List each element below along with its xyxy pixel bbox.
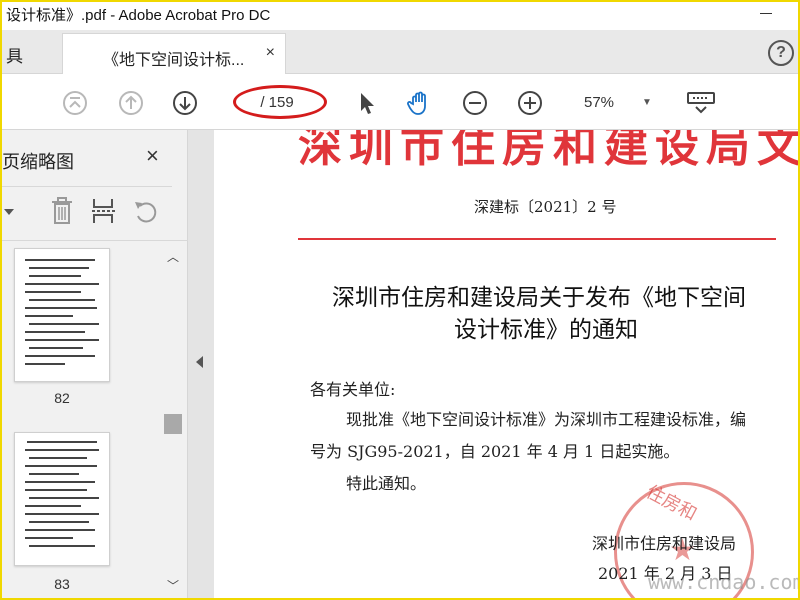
minimize-button[interactable] <box>760 13 772 14</box>
seal-text: 住房和 <box>642 481 701 526</box>
close-tab-icon[interactable]: × <box>266 44 275 62</box>
document-title-line-2: 设计标准》的通知 <box>454 317 638 343</box>
zoom-dropdown[interactable]: 57% ▼ <box>572 88 662 118</box>
keyboard-tools-icon[interactable] <box>686 90 716 116</box>
zoom-out-icon[interactable] <box>462 90 488 116</box>
first-page-icon[interactable] <box>62 90 88 116</box>
tools-tab-label[interactable]: 具 <box>6 42 23 67</box>
closing: 特此通知。 <box>346 474 427 493</box>
zoom-value: 57% <box>584 94 615 111</box>
trash-icon[interactable] <box>48 196 76 226</box>
issuer: 深圳市住房和建设局 <box>592 534 737 553</box>
help-icon[interactable]: ? <box>768 40 794 66</box>
body-line-2: 号为 SJG95-2021，自 2021 年 4 月 1 日起实施。 <box>310 442 680 461</box>
document-tab[interactable]: 《地下空间设计标... × <box>62 33 286 74</box>
acrobat-window: 设计标准》.pdf - Adobe Acrobat Pro DC 具 《地下空间… <box>2 2 798 598</box>
toolbar: / 159 57% ▼ <box>2 74 798 130</box>
body-line-1: 现批准《地下空间设计标准》为深圳市工程建设标准，编 <box>346 410 747 429</box>
page-thumbnails-panel: 页缩略图 × 82 83 ︿ ﹀ <box>2 130 188 598</box>
zoom-in-icon[interactable] <box>517 90 543 116</box>
next-page-icon[interactable] <box>172 90 198 116</box>
select-tool-icon[interactable] <box>354 90 380 116</box>
thumbnail-tools <box>2 192 172 232</box>
document-header: 深圳市住房和建设局文件 <box>298 130 798 172</box>
red-rule <box>298 238 776 240</box>
chevron-down-icon[interactable]: ﹀ <box>167 577 179 594</box>
chevron-down-icon: ▼ <box>642 97 652 108</box>
tab-bar: 具 《地下空间设计标... × ? <box>2 30 798 74</box>
thumbnail-page-number: 83 <box>54 576 70 592</box>
extract-pages-icon[interactable] <box>90 196 118 226</box>
window-title: 设计标准》.pdf - Adobe Acrobat Pro DC <box>6 7 271 24</box>
scrollbar-thumb[interactable] <box>164 414 182 434</box>
close-panel-icon[interactable]: × <box>146 144 159 168</box>
salutation: 各有关单位: <box>310 380 396 399</box>
chevron-up-icon[interactable]: ︿ <box>167 248 179 265</box>
page-thumbnail-83[interactable] <box>14 432 110 566</box>
panel-divider <box>2 186 172 187</box>
site-watermark: www.cndao.com <box>648 570 798 594</box>
options-caret-icon[interactable] <box>2 202 16 222</box>
hand-tool-icon[interactable] <box>406 90 432 116</box>
previous-page-icon[interactable] <box>118 90 144 116</box>
panel-title: 页缩略图 <box>2 152 74 172</box>
thumbnail-scrollbar[interactable]: ︿ ﹀ <box>164 248 182 594</box>
page-thumbnail-82[interactable] <box>14 248 110 382</box>
collapse-panel-icon[interactable] <box>196 356 203 368</box>
panel-splitter[interactable] <box>188 130 214 598</box>
red-annotation-ellipse <box>233 85 327 119</box>
panel-divider-2 <box>2 240 188 241</box>
document-title-line-1: 深圳市住房和建设局关于发布《地下空间 <box>332 285 746 311</box>
thumbnail-page-number: 82 <box>54 390 70 406</box>
title-bar: 设计标准》.pdf - Adobe Acrobat Pro DC <box>2 2 798 30</box>
document-tab-title: 《地下空间设计标... <box>103 52 245 69</box>
document-view[interactable]: 深圳市住房和建设局文件 深建标〔2021〕2 号 深圳市住房和建设局关于发布《地… <box>214 130 798 598</box>
document-number: 深建标〔2021〕2 号 <box>474 198 617 216</box>
rotate-icon[interactable] <box>132 198 160 226</box>
